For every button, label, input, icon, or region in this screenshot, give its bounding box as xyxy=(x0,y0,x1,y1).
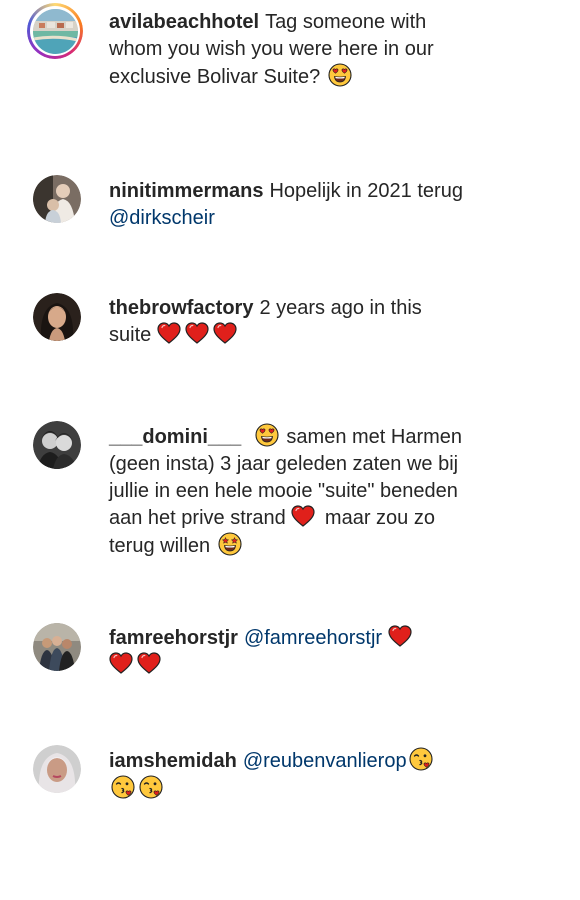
user-photo-icon xyxy=(33,293,81,341)
heart-eyes-emoji-icon xyxy=(255,423,279,447)
avatar[interactable] xyxy=(27,3,83,59)
red-heart-emoji-icon xyxy=(213,322,237,344)
comment-text: Hopelijk in 2021 terug xyxy=(269,180,463,202)
comment-username[interactable]: famreehorstjr xyxy=(109,627,238,649)
comment-body: famreehorstjr @famreehorstjr xyxy=(109,625,469,679)
star-struck-emoji-icon xyxy=(218,532,242,556)
comment-body: thebrowfactory 2 years ago in this suite xyxy=(109,295,469,349)
comment-body: ninitimmermans Hopelijk in 2021 terug @di… xyxy=(109,178,469,232)
user-photo-icon xyxy=(33,623,81,671)
kissing-face-emoji-icon xyxy=(111,775,135,799)
avatar[interactable] xyxy=(33,745,81,793)
mention-link[interactable]: @famreehorstjr xyxy=(244,627,382,649)
mention-link[interactable]: @reubenvanlierop xyxy=(243,750,407,772)
user-photo-icon xyxy=(33,745,81,793)
avatar[interactable] xyxy=(33,293,81,341)
avatar[interactable] xyxy=(33,421,81,469)
comment-username[interactable]: ___domini___ xyxy=(109,426,241,448)
user-photo-icon xyxy=(33,421,81,469)
user-photo-icon xyxy=(33,175,81,223)
story-ring xyxy=(27,3,83,59)
red-heart-emoji-icon xyxy=(388,625,412,647)
red-heart-emoji-icon xyxy=(109,652,133,674)
comment-username[interactable]: thebrowfactory xyxy=(109,297,253,319)
avatar[interactable] xyxy=(33,175,81,223)
comment-username[interactable]: avilabeachhotel xyxy=(109,11,259,33)
hotel-aerial-photo-icon xyxy=(32,8,78,54)
comment-body: ___domini___ samen met Harmen (geen inst… xyxy=(109,423,469,560)
comment-username[interactable]: ninitimmermans xyxy=(109,180,263,202)
red-heart-emoji-icon xyxy=(137,652,161,674)
comment-body: iamshemidah @reubenvanlierop xyxy=(109,747,469,803)
kissing-face-emoji-icon xyxy=(409,747,433,771)
red-heart-emoji-icon xyxy=(157,322,181,344)
kissing-face-emoji-icon xyxy=(139,775,163,799)
comment-username[interactable]: iamshemidah xyxy=(109,750,237,772)
comment-body: avilabeachhotel Tag someone with whom you… xyxy=(109,9,469,91)
red-heart-emoji-icon xyxy=(291,505,315,527)
heart-eyes-emoji-icon xyxy=(328,63,352,87)
red-heart-emoji-icon xyxy=(185,322,209,344)
avatar[interactable] xyxy=(33,623,81,671)
mention-link[interactable]: @dirkscheir xyxy=(109,207,215,229)
